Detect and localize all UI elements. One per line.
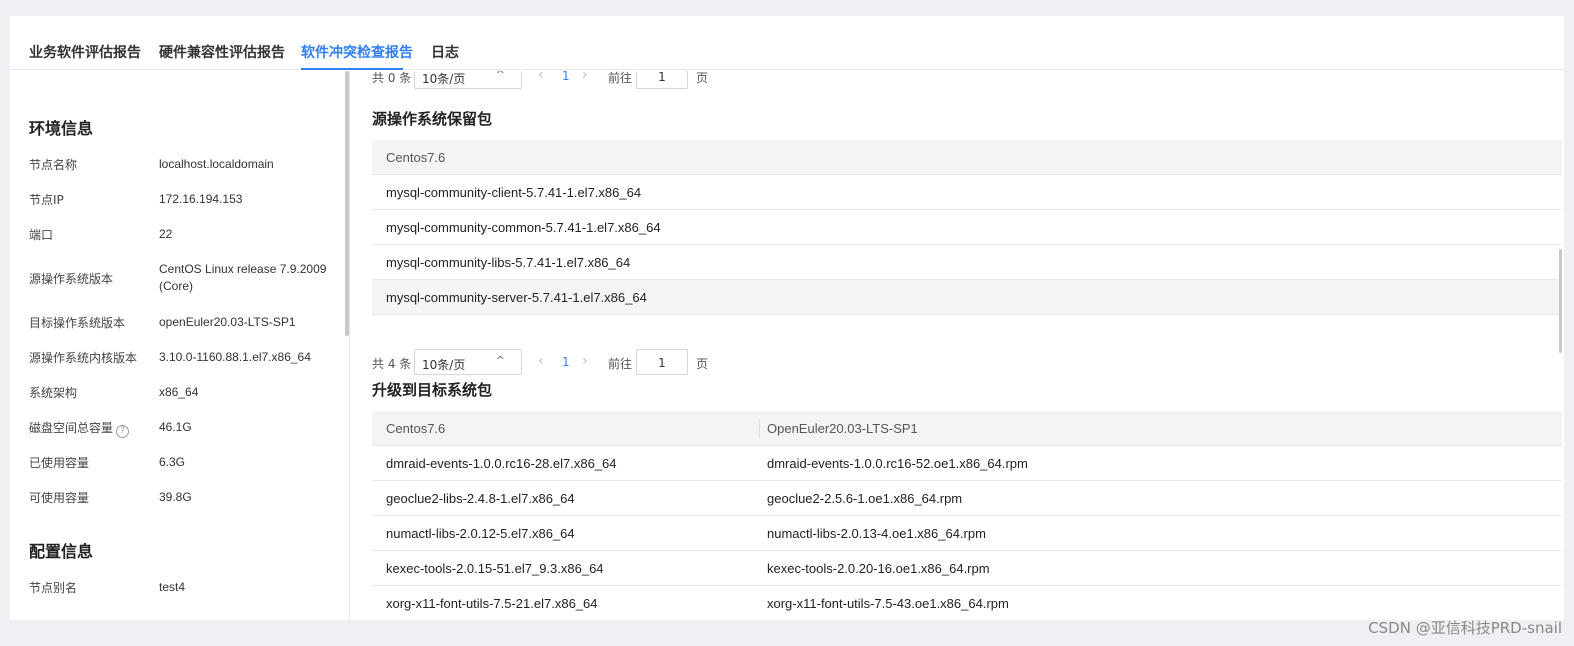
env-label: 节点名称 xyxy=(29,158,78,172)
right-scrollbar[interactable] xyxy=(1559,249,1562,353)
tab-log[interactable]: 日志 xyxy=(431,42,459,62)
retained-packages-title: 源操作系统保留包 xyxy=(372,110,493,128)
chevron-up-icon: ^ xyxy=(495,354,505,367)
column-header-target: OpenEuler20.03-LTS-SP1 xyxy=(767,421,918,436)
prev-page-icon[interactable]: ‹ xyxy=(538,71,544,83)
env-value: 22 xyxy=(159,227,173,241)
env-label: 系统架构 xyxy=(29,386,78,400)
goto-label: 前往 xyxy=(608,357,633,371)
config-info-title: 配置信息 xyxy=(29,542,94,561)
table-header: Centos7.6 xyxy=(372,140,1562,175)
env-label: 已使用容量 xyxy=(29,456,90,470)
column-header: Centos7.6 xyxy=(386,150,446,165)
target-package: xorg-x11-font-utils-7.5-43.oe1.x86_64.rp… xyxy=(767,596,1009,611)
target-package: geoclue2-2.5.6-1.oe1.x86_64.rpm xyxy=(767,491,963,506)
source-package: geoclue2-libs-2.4.8-1.el7.x86_64 xyxy=(386,491,575,506)
info-panel: 环境信息 节点名称 localhost.localdomain 节点IP 172… xyxy=(10,71,350,620)
env-value: x86_64 xyxy=(159,385,199,399)
table-row[interactable]: dmraid-events-1.0.0.rc16-28.el7.x86_64 d… xyxy=(372,446,1562,481)
env-value: 39.8G xyxy=(159,490,192,504)
page-unit-label: 页 xyxy=(696,71,709,85)
target-package: numactl-libs-2.0.13-4.oe1.x86_64.rpm xyxy=(767,526,986,541)
env-info-title: 环境信息 xyxy=(29,119,94,138)
pagination-total: 共 4 条 xyxy=(372,357,412,371)
next-page-icon[interactable]: › xyxy=(582,353,588,369)
column-header-source: Centos7.6 xyxy=(386,421,446,436)
env-label: 磁盘空间总容量 xyxy=(29,421,114,435)
source-package: dmraid-events-1.0.0.rc16-28.el7.x86_64 xyxy=(386,456,617,471)
retained-packages-table: Centos7.6 mysql-community-client-5.7.41-… xyxy=(372,140,1562,315)
page-size-select[interactable]: 10条/页 ^ xyxy=(414,349,522,375)
table-row[interactable]: mysql-community-client-5.7.41-1.el7.x86_… xyxy=(372,175,1562,210)
env-label: 源操作系统内核版本 xyxy=(29,351,138,365)
column-divider xyxy=(759,419,760,439)
page-number[interactable]: 1 xyxy=(562,71,570,83)
config-value: test4 xyxy=(159,580,186,594)
upgrade-packages-table: Centos7.6 OpenEuler20.03-LTS-SP1 dmraid-… xyxy=(372,411,1562,620)
tab-hardware-compat-report[interactable]: 硬件兼容性评估报告 xyxy=(159,42,285,62)
table-row[interactable]: xorg-x11-font-utils-7.5-21.el7.x86_64 xo… xyxy=(372,586,1562,620)
pagination-retained: 共 4 条 10条/页 ^ ‹ 1 › 前往 1 页 xyxy=(372,349,772,375)
active-tab-indicator xyxy=(301,68,403,70)
env-value: 172.16.194.153 xyxy=(159,192,243,206)
table-header: Centos7.6 OpenEuler20.03-LTS-SP1 xyxy=(372,411,1562,446)
page-size-select[interactable]: 10条/页 ^ xyxy=(414,71,522,89)
page-unit-label: 页 xyxy=(696,357,709,371)
page-number[interactable]: 1 xyxy=(562,355,570,369)
report-card: 业务软件评估报告 硬件兼容性评估报告 软件冲突检查报告 日志 环境信息 节点名称… xyxy=(10,16,1564,620)
goto-page-input[interactable]: 1 xyxy=(636,71,688,89)
conflict-report-panel: 共 0 条 10条/页 ^ ‹ 1 › 前往 1 页 源操作系统保留包 Cent… xyxy=(372,71,1564,620)
table-row[interactable]: numactl-libs-2.0.12-5.el7.x86_64 numactl… xyxy=(372,516,1562,551)
table-row[interactable]: mysql-community-server-5.7.41-1.el7.x86_… xyxy=(372,280,1562,315)
prev-page-icon[interactable]: ‹ xyxy=(538,353,544,369)
package-name: mysql-community-client-5.7.41-1.el7.x86_… xyxy=(386,185,642,200)
env-label: 可使用容量 xyxy=(29,491,90,505)
help-icon[interactable]: ? xyxy=(116,425,130,438)
target-package: dmraid-events-1.0.0.rc16-52.oe1.x86_64.r… xyxy=(767,456,1028,471)
target-package: kexec-tools-2.0.20-16.oe1.x86_64.rpm xyxy=(767,561,990,576)
page-size-value: 10条/页 xyxy=(422,358,466,372)
left-scrollbar[interactable] xyxy=(345,71,349,336)
env-value: 6.3G xyxy=(159,455,186,469)
tab-software-conflict-report[interactable]: 软件冲突检查报告 xyxy=(301,42,413,62)
watermark: CSDN @亚信科技PRD-snail xyxy=(1368,619,1562,637)
tab-business-software-report[interactable]: 业务软件评估报告 xyxy=(29,42,141,62)
env-label: 节点IP xyxy=(29,193,64,207)
env-label: 目标操作系统版本 xyxy=(29,316,126,330)
env-label: 端口 xyxy=(29,228,54,242)
env-value: 3.10.0-1160.88.1.el7.x86_64 xyxy=(159,350,311,364)
chevron-up-icon: ^ xyxy=(495,71,505,81)
goto-label: 前往 xyxy=(608,71,633,85)
page-size-value: 10条/页 xyxy=(422,72,466,86)
env-value: localhost.localdomain xyxy=(159,157,274,171)
env-value: openEuler20.03-LTS-SP1 xyxy=(159,315,296,329)
package-name: mysql-community-common-5.7.41-1.el7.x86_… xyxy=(386,220,661,235)
upgrade-packages-title: 升级到目标系统包 xyxy=(372,381,493,399)
package-name: mysql-community-server-5.7.41-1.el7.x86_… xyxy=(386,290,647,305)
pagination-total: 共 0 条 xyxy=(372,71,412,85)
goto-page-input[interactable]: 1 xyxy=(636,349,688,375)
table-row[interactable]: geoclue2-libs-2.4.8-1.el7.x86_64 geoclue… xyxy=(372,481,1562,516)
next-page-icon[interactable]: › xyxy=(582,71,588,83)
table-row[interactable]: mysql-community-common-5.7.41-1.el7.x86_… xyxy=(372,210,1562,245)
env-value: CentOS Linux release 7.9.2009 (Core) xyxy=(159,262,327,293)
table-row[interactable]: mysql-community-libs-5.7.41-1.el7.x86_64 xyxy=(372,245,1562,280)
pagination-top: 共 0 条 10条/页 ^ ‹ 1 › 前往 1 页 xyxy=(372,71,772,89)
env-label-with-help: 磁盘空间总容量? xyxy=(29,419,130,438)
table-row[interactable]: kexec-tools-2.0.15-51.el7_9.3.x86_64 kex… xyxy=(372,551,1562,586)
source-package: numactl-libs-2.0.12-5.el7.x86_64 xyxy=(386,526,575,541)
source-package: xorg-x11-font-utils-7.5-21.el7.x86_64 xyxy=(386,596,598,611)
package-name: mysql-community-libs-5.7.41-1.el7.x86_64 xyxy=(386,255,631,270)
config-label: 节点别名 xyxy=(29,581,78,595)
report-tabs: 业务软件评估报告 硬件兼容性评估报告 软件冲突检查报告 日志 xyxy=(10,16,1564,70)
source-package: kexec-tools-2.0.15-51.el7_9.3.x86_64 xyxy=(386,561,604,576)
env-value: 46.1G xyxy=(159,420,192,434)
env-label: 源操作系统版本 xyxy=(29,272,114,286)
